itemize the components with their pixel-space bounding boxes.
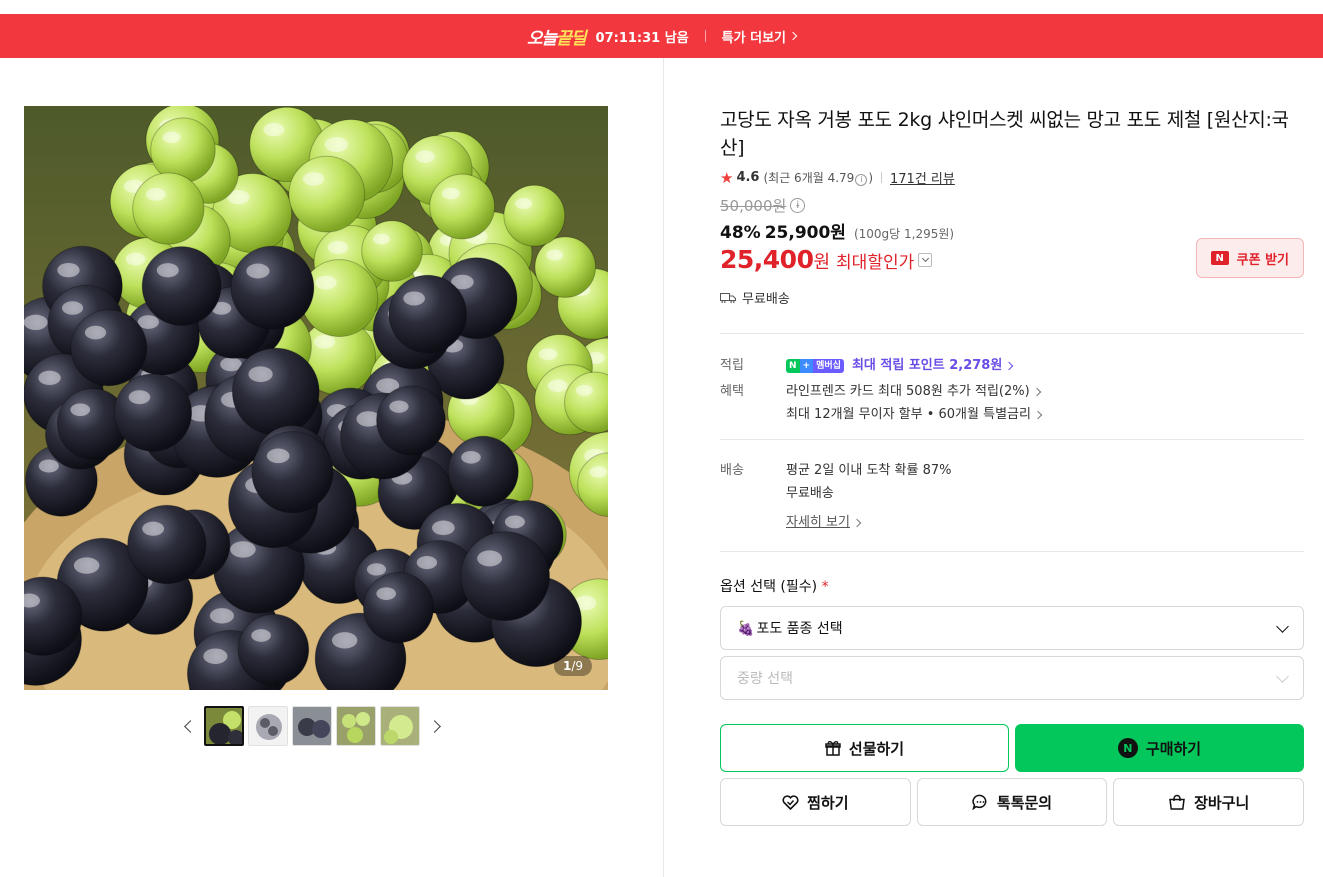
naver-coupon-icon: N — [1210, 251, 1229, 265]
thumbnail-prev-button[interactable] — [180, 706, 200, 746]
banner-divider — [704, 30, 706, 42]
deal-timer: 07:11:31 남음 — [595, 30, 689, 46]
benefits-key: 혜택 — [720, 384, 744, 399]
thumbnail-strip — [180, 706, 444, 746]
sale-price: 25,900원 — [764, 223, 846, 243]
chevron-right-icon — [1033, 410, 1043, 420]
best-price-label: 최대할인가 — [836, 253, 915, 273]
chevron-right-icon — [427, 719, 441, 733]
rating-divider — [881, 172, 882, 183]
best-price-currency: 원 — [813, 252, 831, 273]
secondary-actions: 찜하기 톡톡문의 장바구니 — [720, 778, 1305, 826]
unit-price: (100g당 1,295원) — [853, 227, 955, 241]
deal-brand-logo: 오늘끝딜 — [526, 28, 587, 49]
option-title: 옵션 선택 (필수) * — [720, 579, 829, 595]
chevron-down-icon[interactable] — [918, 252, 933, 267]
benefit-card-link[interactable]: 라인프렌즈 카드 최대 508원 추가 적립(2%) — [786, 383, 1304, 401]
product-title: 고당도 자옥 거봉 포도 2kg 샤인머스켓 씨없는 망고 포도 제철 [원산지… — [720, 109, 1289, 159]
primary-actions: 선물하기 N 구매하기 — [720, 724, 1304, 772]
chat-bubble-icon — [972, 794, 987, 810]
discount-percent: 48% — [720, 223, 761, 243]
rating-score: 4.6 — [736, 170, 760, 185]
product-info-panel: 고당도 자옥 거봉 포도 2kg 샤인머스켓 씨없는 망고 포도 제철 [원산지… — [720, 106, 1305, 826]
delivery-row: 배송 평균 2일 이내 도착 확률 87% 무료배송 자세히 보기 — [720, 462, 1304, 537]
chevron-right-icon — [852, 518, 862, 528]
points-text: 최대 적립 포인트 2,278원 — [851, 358, 1003, 373]
section-divider — [720, 551, 1304, 552]
chevron-right-icon — [1005, 361, 1014, 371]
cart-button[interactable]: 장바구니 — [1113, 778, 1305, 826]
heart-icon — [782, 794, 799, 810]
thumbnail-2[interactable] — [248, 706, 288, 746]
grapes-photo — [24, 106, 608, 690]
thumbnail-4[interactable] — [336, 706, 376, 746]
shopping-bag-icon — [1169, 794, 1185, 810]
thumbnail-5[interactable] — [380, 706, 420, 746]
naver-pay-icon: N — [1117, 738, 1138, 758]
thumbnail-3[interactable] — [292, 706, 332, 746]
delivery-more-link[interactable]: 자세히 보기 — [786, 514, 1304, 532]
gift-button[interactable]: 선물하기 — [720, 724, 1009, 772]
chevron-left-icon — [183, 719, 197, 733]
points-key: 적립 — [720, 358, 744, 373]
thumbnail-1[interactable] — [204, 706, 244, 746]
section-divider — [720, 333, 1304, 334]
recent-rating: (최근 6개월 4.79 i) — [763, 171, 873, 186]
section-divider — [720, 439, 1304, 440]
grape-icon: 🍇 — [737, 621, 755, 637]
more-deals-link[interactable]: 특가 더보기 — [722, 27, 798, 46]
chevron-down-icon — [1276, 619, 1289, 633]
truck-icon — [720, 293, 736, 303]
wishlist-button[interactable]: 찜하기 — [720, 778, 911, 826]
delivery-fee: 무료배송 — [786, 486, 834, 501]
chevron-right-icon — [1032, 387, 1041, 397]
naver-membership-badge: N + 멤버십 — [786, 359, 844, 373]
star-icon: ★ — [720, 168, 734, 187]
benefit-installment-link[interactable]: 최대 12개월 무이자 할부 • 60개월 특별금리 — [786, 406, 1304, 424]
grape-variety-select[interactable]: 🍇 포도 품종 선택 — [720, 606, 1304, 650]
buy-button[interactable]: N 구매하기 — [1015, 724, 1304, 772]
chevron-right-icon — [788, 31, 798, 41]
best-price: 25,400 — [720, 245, 814, 274]
free-shipping-row: 무료배송 — [720, 288, 1304, 307]
points-link[interactable]: N + 멤버십 최대 적립 포인트 2,278원 — [786, 357, 1304, 375]
talk-inquiry-button[interactable]: 톡톡문의 — [916, 778, 1108, 826]
weight-select[interactable]: 중량 선택 — [720, 656, 1304, 700]
benefits-row: 혜택 라인프렌즈 카드 최대 508원 추가 적립(2%) 최대 12개월 무이… — [720, 383, 1304, 429]
info-icon[interactable]: i — [855, 173, 868, 186]
points-row: 적립 N + 멤버십 최대 적립 포인트 2,278원 — [720, 357, 1304, 380]
thumbnail-next-button[interactable] — [424, 706, 444, 746]
info-icon[interactable]: i — [790, 198, 806, 213]
coupon-button[interactable]: N 쿠폰 받기 — [1195, 238, 1304, 278]
reviews-link[interactable]: 171건 리뷰 — [890, 168, 955, 187]
delivery-key: 배송 — [720, 463, 744, 478]
image-counter: 1/9 — [553, 656, 592, 676]
gift-icon — [825, 741, 841, 756]
column-divider — [663, 58, 664, 877]
original-price: 50,000원 — [720, 197, 787, 215]
rating-row: ★ 4.6 (최근 6개월 4.79 i) 171건 리뷰 — [720, 168, 1304, 188]
delivery-eta: 평균 2일 이내 도착 확률 87% — [786, 463, 952, 478]
original-price-row: 50,000원 i — [720, 195, 1304, 216]
main-product-image[interactable]: 1/9 — [24, 106, 608, 690]
deal-banner: 오늘끝딜 07:11:31 남음 특가 더보기 — [0, 14, 1323, 58]
chevron-down-icon — [1276, 669, 1289, 683]
